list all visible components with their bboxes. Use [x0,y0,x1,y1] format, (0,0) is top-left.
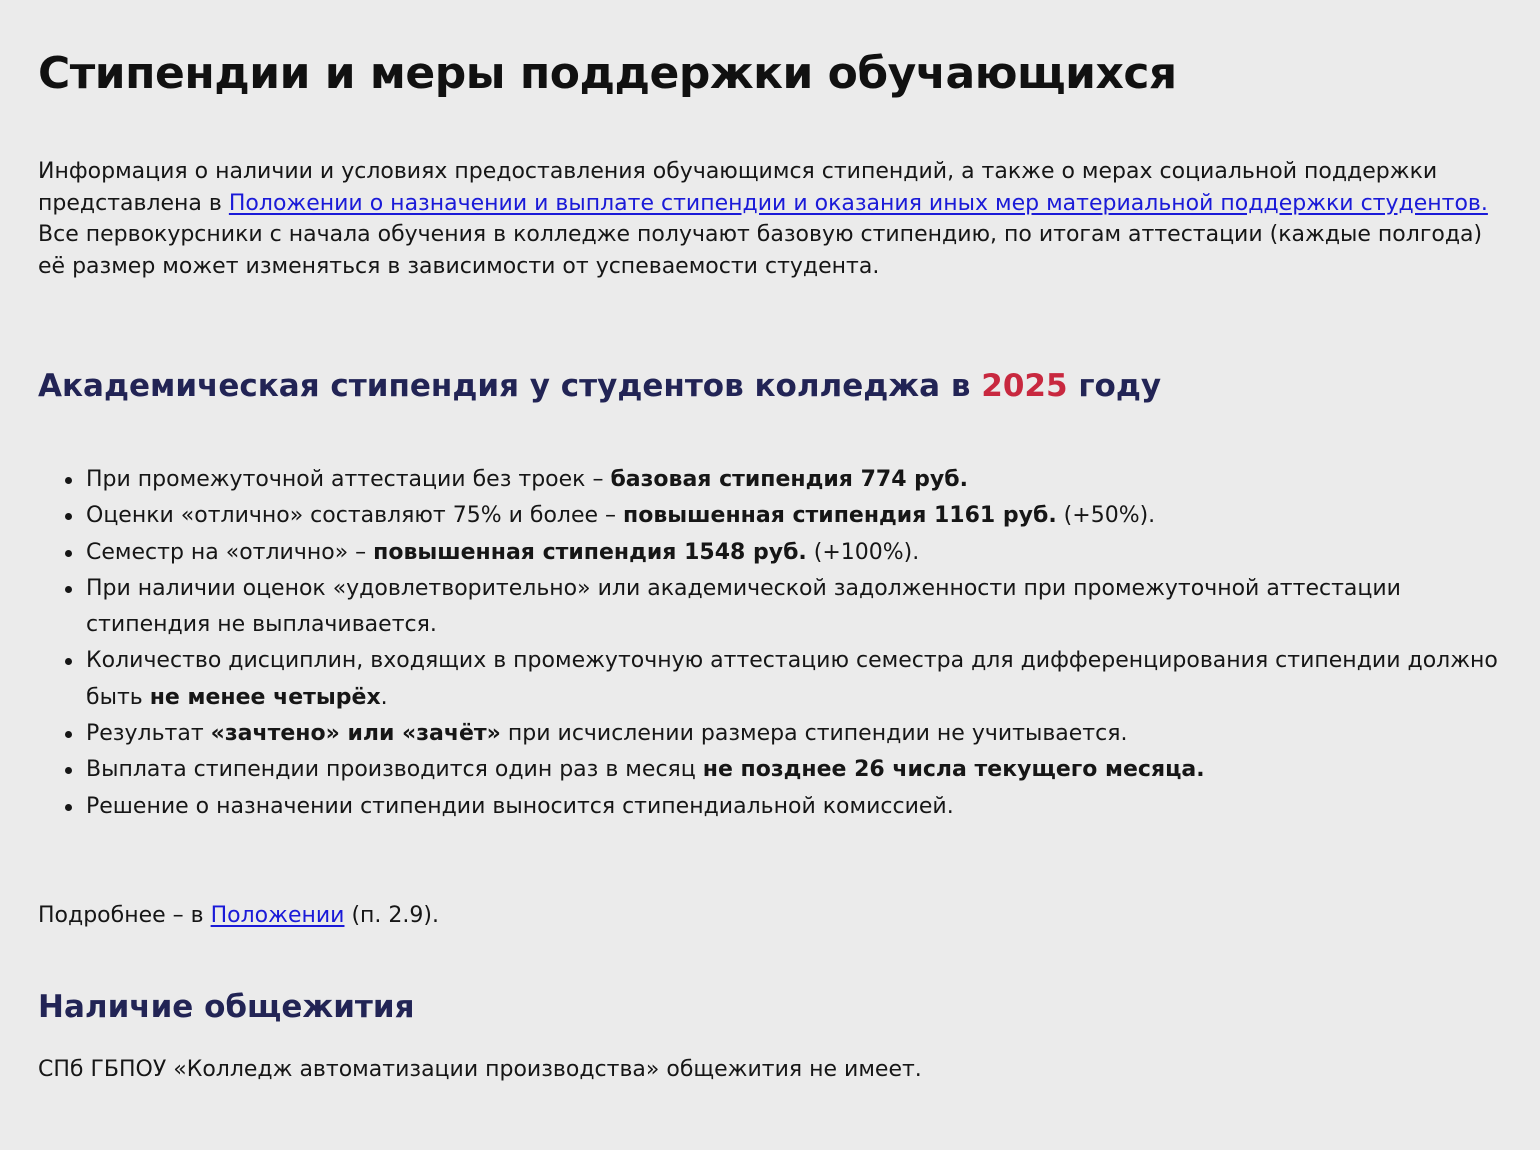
item-text: Результат [86,721,211,747]
item-text-after: (+100%). [806,539,920,565]
item-text-after: (+50%). [1056,503,1156,529]
item-text: При промежуточной аттестации без троек – [86,467,611,492]
item-text: При наличии оценок «удовлетворительно» и… [86,575,1401,638]
item-text: Семестр на «отлично» – [86,539,374,565]
scholarship-rules-list: При промежуточной аттестации без троек –… [38,462,1498,825]
academic-heading-after: году [1067,368,1162,404]
more-text-before: Подробнее – в [38,903,211,928]
list-item: При наличии оценок «удовлетворительно» и… [65,571,1498,644]
item-text-after: при исчислении размера стипендии не учит… [500,721,1128,747]
dormitory-heading: Наличие общежития [38,989,415,1025]
item-bold-text: повышенная стипендия 1161 руб. [623,503,1057,529]
item-text: Выплата стипендии производится один раз … [86,757,703,783]
list-item: При промежуточной аттестации без троек –… [65,462,1498,498]
item-bold-text: «зачтено» или «зачёт» [210,721,501,747]
list-item: Выплата стипендии производится один раз … [65,752,1498,788]
list-item: Результат «зачтено» или «зачёт» при исчи… [65,716,1498,752]
regulation-link[interactable]: Положении о назначении и выплате стипенд… [229,191,1488,216]
academic-scholarship-heading: Академическая стипендия у студентов колл… [38,364,1161,408]
regulation-short-link[interactable]: Положении [211,903,345,928]
list-item: Семестр на «отлично» – повышенная стипен… [65,535,1498,571]
item-text: Оценки «отлично» составляют 75% и более … [86,503,624,529]
list-item: Решение о назначении стипендии выносится… [65,789,1498,825]
item-text: Решение о назначении стипендии выносится… [86,793,954,819]
page-title: Стипендии и меры поддержки обучающихся [38,48,1177,99]
item-bold-text: не позднее 26 числа текущего месяца. [702,757,1205,783]
item-bold-text: не менее четырёх [149,684,381,710]
item-bold-text: повышенная стипендия 1548 руб. [373,539,807,565]
item-bold-text: базовая стипендия 774 руб. [610,467,968,492]
list-item: Оценки «отлично» составляют 75% и более … [65,498,1498,534]
intro-text-after: Все первокурсники с начала обучения в ко… [38,222,1483,279]
academic-heading-before: Академическая стипендия у студентов колл… [38,368,982,404]
dormitory-text: СПб ГБПОУ «Колледж автоматизации произво… [38,1057,922,1082]
list-item: Количество дисциплин, входящих в промежу… [65,643,1498,716]
item-text-after: . [380,684,388,710]
more-text-after: (п. 2.9). [344,903,439,928]
academic-heading-year: 2025 [981,368,1068,404]
page: Стипендии и меры поддержки обучающихся И… [0,0,1540,1150]
intro-paragraph: Информация о наличии и условиях предоста… [38,156,1508,282]
more-details-line: Подробнее – в Положении (п. 2.9). [38,900,439,932]
